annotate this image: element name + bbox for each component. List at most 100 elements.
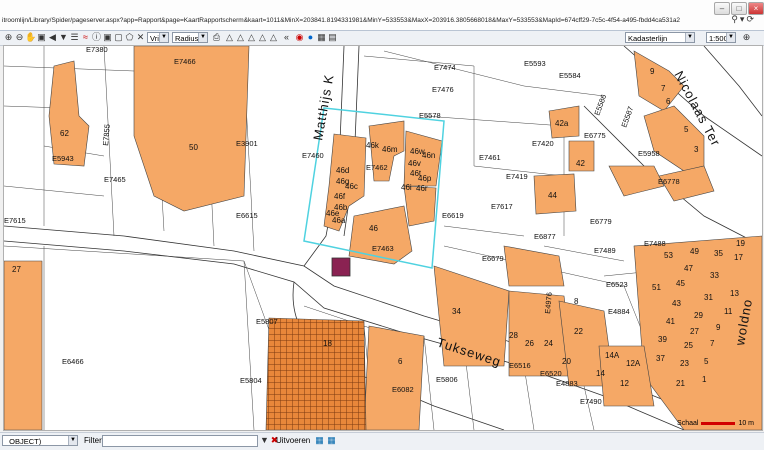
select-icon[interactable]: ▣	[102, 32, 113, 43]
parcel-label: E4883	[556, 379, 578, 388]
house-number: 20	[562, 357, 571, 366]
parcel-label: E7466	[174, 57, 196, 66]
parcel-label: E4976	[543, 292, 554, 314]
layers-icon[interactable]: ☰	[69, 32, 80, 43]
zoom-out-icon[interactable]: ⊖	[14, 32, 25, 43]
parcel-label: E6466	[62, 357, 84, 366]
parcel-label: E7463	[372, 244, 394, 253]
parcel-label: E6778	[658, 177, 680, 186]
house-number: 18	[323, 339, 332, 348]
parcel-label: E6877	[534, 232, 556, 241]
pan-icon[interactable]: ✋	[25, 32, 36, 43]
house-number: 19	[736, 239, 745, 248]
radius-dropdown[interactable]: Radius: ▼	[172, 32, 208, 43]
clear-selection-icon[interactable]: ✕	[135, 32, 146, 43]
tool-a-icon[interactable]: △	[224, 32, 235, 43]
house-number: 5	[684, 125, 689, 134]
object-value: _OBJECT)	[5, 437, 42, 446]
layer-dropdown[interactable]: Kadasterlijn ▼	[625, 32, 695, 43]
parcel-label: E6775	[584, 131, 606, 140]
info-icon[interactable]: ⓘ	[91, 32, 102, 43]
scale-indicator: Schaal 10 m	[677, 420, 754, 427]
excel-export-icon[interactable]: ▦	[314, 435, 325, 446]
minimize-icon[interactable]: –	[714, 2, 730, 15]
house-number: 26	[525, 339, 534, 348]
parcel-label: E7461	[479, 153, 501, 162]
parcel-label: E7462	[366, 163, 388, 172]
house-number: 29	[694, 311, 703, 320]
house-number: 28	[509, 331, 518, 340]
parcel-label: E7490	[580, 397, 602, 406]
parcel-label: E7489	[594, 246, 616, 255]
house-number: 1	[702, 375, 707, 384]
parcel-label: E5584	[559, 71, 581, 80]
export-icon[interactable]: ▤	[327, 32, 338, 43]
filter-input[interactable]	[102, 435, 258, 447]
select-rect-icon[interactable]: ▢	[113, 32, 124, 43]
parcel-label: E5587	[619, 105, 635, 128]
select-poly-icon[interactable]: ⬠	[124, 32, 135, 43]
parcel-label: E7474	[434, 63, 456, 72]
chevron-down-icon: ▼	[159, 33, 168, 42]
layer-value: Kadasterlijn	[628, 34, 668, 43]
house-number: 46a	[332, 216, 346, 225]
map-viewport[interactable]: Matthijs K Tukseweg Nicolaas Ter woldno …	[3, 45, 763, 431]
location-marker[interactable]	[331, 257, 351, 277]
map-toolbar: ⊕ ⊖ ✋ ▣ ◀ ▼ ☰ ≈ ⓘ ▣ ▢ ⬠ ✕ Vrij ▼ Radius: ▼…	[0, 31, 764, 46]
house-number: 33	[710, 271, 719, 280]
execute-button[interactable]: Uitvoeren	[276, 436, 310, 445]
scale-value-text: 10 m	[738, 420, 754, 427]
tool-d-icon[interactable]: △	[257, 32, 268, 43]
hatched-parcel[interactable]	[265, 317, 367, 430]
refresh-icon[interactable]: ⟳	[746, 14, 756, 24]
house-number: 51	[652, 283, 661, 292]
house-number: 24	[544, 339, 553, 348]
scale-dropdown[interactable]: 1:500 ▼	[706, 32, 736, 43]
house-number: 42	[576, 159, 585, 168]
house-number: 12A	[626, 359, 641, 368]
house-number: 12	[620, 379, 629, 388]
parcel-label: E7380	[86, 46, 108, 54]
measure-icon[interactable]: ≈	[80, 32, 91, 43]
zoom-in-icon[interactable]: ⊕	[3, 32, 14, 43]
parcel-label: E6619	[442, 211, 464, 220]
stop-icon[interactable]: ◉	[294, 32, 305, 43]
tool-b-icon[interactable]: △	[235, 32, 246, 43]
filter-icon[interactable]: ▼	[58, 32, 69, 43]
house-number: 49	[690, 247, 699, 256]
url-field[interactable]: itroomlijn/Library/Spider/pageserver.asp…	[2, 15, 722, 27]
house-number: 37	[656, 354, 665, 363]
house-number: 46	[369, 224, 378, 233]
cadastral-map[interactable]: Matthijs K Tukseweg Nicolaas Ter woldno …	[4, 46, 762, 430]
parcel-label: E5807	[256, 317, 278, 326]
parcel-label: E6679	[482, 254, 504, 263]
table-view-icon[interactable]: ▦	[326, 435, 337, 446]
zoom-extent-icon[interactable]: ▣	[36, 32, 47, 43]
house-number: 6	[666, 97, 671, 106]
select-mode-dropdown[interactable]: Vrij ▼	[147, 32, 169, 43]
tool-c-icon[interactable]: △	[246, 32, 257, 43]
house-number: 25	[684, 341, 693, 350]
double-chevron-icon[interactable]: «	[281, 32, 292, 43]
parcel-label: E7419	[506, 172, 528, 181]
house-number: 35	[714, 249, 723, 258]
globe-icon[interactable]: ●	[305, 32, 316, 43]
chevron-down-icon: ▼	[685, 33, 694, 42]
apply-scale-icon[interactable]: ⊕	[741, 32, 752, 43]
chevron-down-icon: ▼	[726, 33, 735, 42]
parcel-label: E4884	[608, 307, 630, 316]
tool-e-icon[interactable]: △	[268, 32, 279, 43]
grid-icon[interactable]: ▦	[316, 32, 327, 43]
object-dropdown[interactable]: _OBJECT) ▼	[2, 435, 78, 446]
house-number: 11	[724, 307, 733, 316]
magnifier-icon[interactable]: ⚲	[731, 14, 740, 24]
house-number: 53	[664, 251, 673, 260]
print-icon[interactable]: ⎙	[211, 32, 222, 43]
parcel-label: E6520	[540, 369, 562, 378]
parcel-label: E7465	[104, 175, 126, 184]
parcel-label: E5806	[436, 375, 458, 384]
house-number: 46f	[334, 192, 346, 201]
house-number: 42a	[555, 119, 569, 128]
previous-view-icon[interactable]: ◀	[47, 32, 58, 43]
house-number: 13	[730, 289, 739, 298]
